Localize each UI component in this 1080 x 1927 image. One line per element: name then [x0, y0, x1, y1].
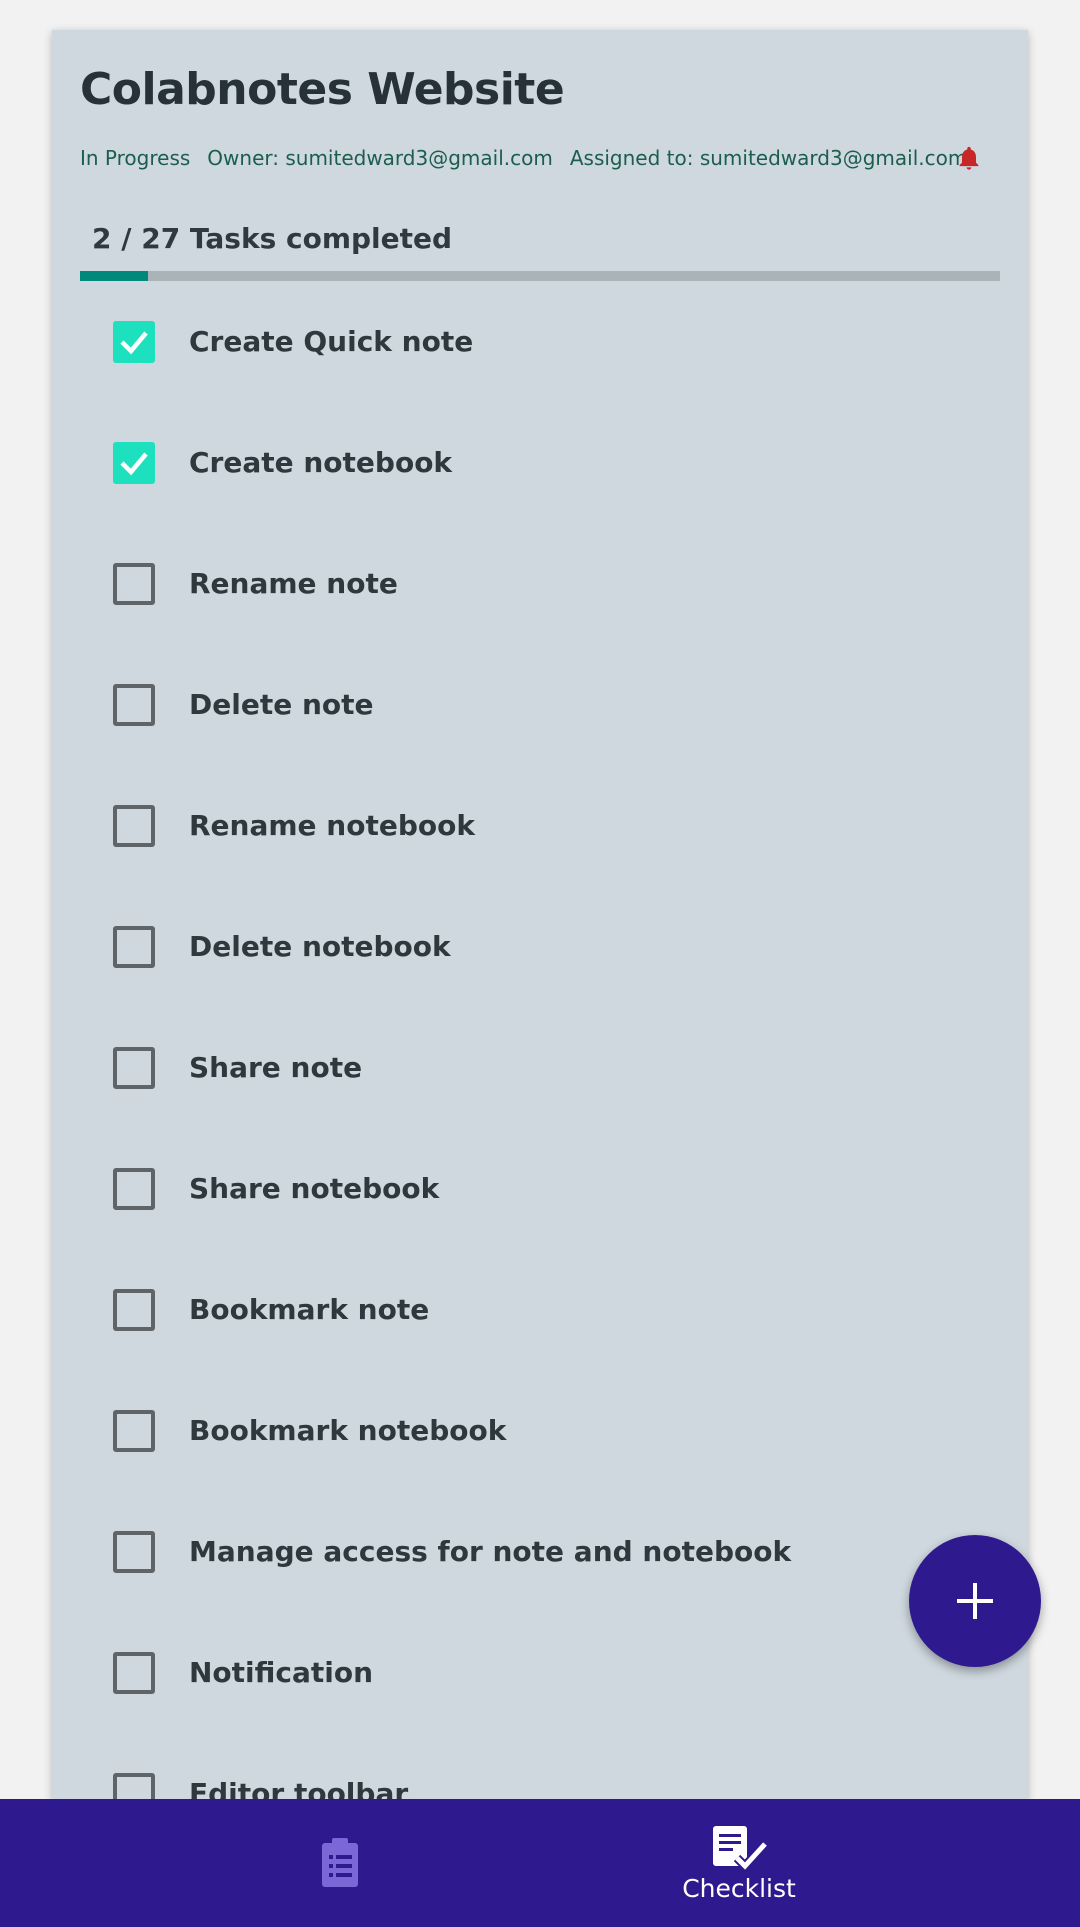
task-label: Notification: [189, 1656, 374, 1689]
bottom-navigation: Checklist: [0, 1799, 1080, 1927]
task-checkbox[interactable]: [113, 1168, 155, 1210]
task-label: Create notebook: [189, 446, 453, 479]
status-text: In Progress: [80, 146, 191, 170]
task-item[interactable]: Editor toolbar: [52, 1773, 1028, 1800]
task-checkbox[interactable]: [113, 1410, 155, 1452]
plus-icon: [957, 1583, 993, 1619]
task-checkbox[interactable]: [113, 1289, 155, 1331]
add-task-button[interactable]: [909, 1535, 1041, 1667]
task-label: Bookmark notebook: [189, 1414, 507, 1447]
project-title: Colabnotes Website: [80, 64, 565, 115]
task-item[interactable]: Create Quick note: [52, 321, 1028, 442]
nav-checklist-tab[interactable]: Checklist: [659, 1799, 819, 1927]
task-label: Create Quick note: [189, 325, 474, 358]
task-checkbox[interactable]: [113, 442, 155, 484]
progress-bar-fill: [80, 271, 149, 281]
task-checkbox[interactable]: [113, 684, 155, 726]
task-item[interactable]: Delete note: [52, 684, 1028, 805]
task-label: Share note: [189, 1051, 363, 1084]
task-label: Bookmark note: [189, 1293, 430, 1326]
task-item[interactable]: Rename notebook: [52, 805, 1028, 926]
task-item[interactable]: Notification: [52, 1652, 1028, 1773]
task-checkbox[interactable]: [113, 563, 155, 605]
task-label: Delete notebook: [189, 930, 451, 963]
task-checkbox[interactable]: [113, 321, 155, 363]
task-label: Share notebook: [189, 1172, 440, 1205]
assigned-text: Assigned to: sumitedward3@gmail.com: [569, 146, 968, 170]
progress-bar: [80, 271, 1000, 281]
owner-text: Owner: sumitedward3@gmail.com: [207, 146, 553, 170]
nav-checklist-label: Checklist: [682, 1873, 796, 1903]
task-checkbox[interactable]: [113, 1531, 155, 1573]
checklist-icon: [713, 1825, 767, 1870]
task-checkbox[interactable]: [113, 1773, 155, 1800]
task-label: Delete note: [189, 688, 374, 721]
task-label: Manage access for note and notebook: [189, 1535, 792, 1568]
task-list: Create Quick note Create notebook Rename…: [52, 321, 1028, 1800]
task-checkbox[interactable]: [113, 1652, 155, 1694]
task-checkbox[interactable]: [113, 1047, 155, 1089]
progress-label: 2 / 27 Tasks completed: [92, 222, 453, 255]
project-card: Colabnotes Website In Progress Owner: su…: [52, 30, 1028, 1800]
project-meta: In Progress Owner: sumitedward3@gmail.co…: [80, 138, 1000, 178]
clipboard-list-icon: [322, 1838, 358, 1887]
task-item[interactable]: Manage access for note and notebook: [52, 1531, 1028, 1652]
task-item[interactable]: Share notebook: [52, 1168, 1028, 1289]
task-label: Rename note: [189, 567, 398, 600]
check-icon: [120, 331, 148, 355]
task-item[interactable]: Share note: [52, 1047, 1028, 1168]
task-label: Rename notebook: [189, 809, 475, 842]
task-item[interactable]: Bookmark notebook: [52, 1410, 1028, 1531]
task-label: Editor toolbar: [189, 1777, 409, 1800]
task-checkbox[interactable]: [113, 805, 155, 847]
nav-notes-tab[interactable]: [290, 1799, 390, 1927]
task-item[interactable]: Delete notebook: [52, 926, 1028, 1047]
task-item[interactable]: Create notebook: [52, 442, 1028, 563]
task-item[interactable]: Rename note: [52, 563, 1028, 684]
check-icon: [120, 452, 148, 476]
task-checkbox[interactable]: [113, 926, 155, 968]
task-item[interactable]: Bookmark note: [52, 1289, 1028, 1410]
bell-icon[interactable]: [955, 144, 983, 172]
